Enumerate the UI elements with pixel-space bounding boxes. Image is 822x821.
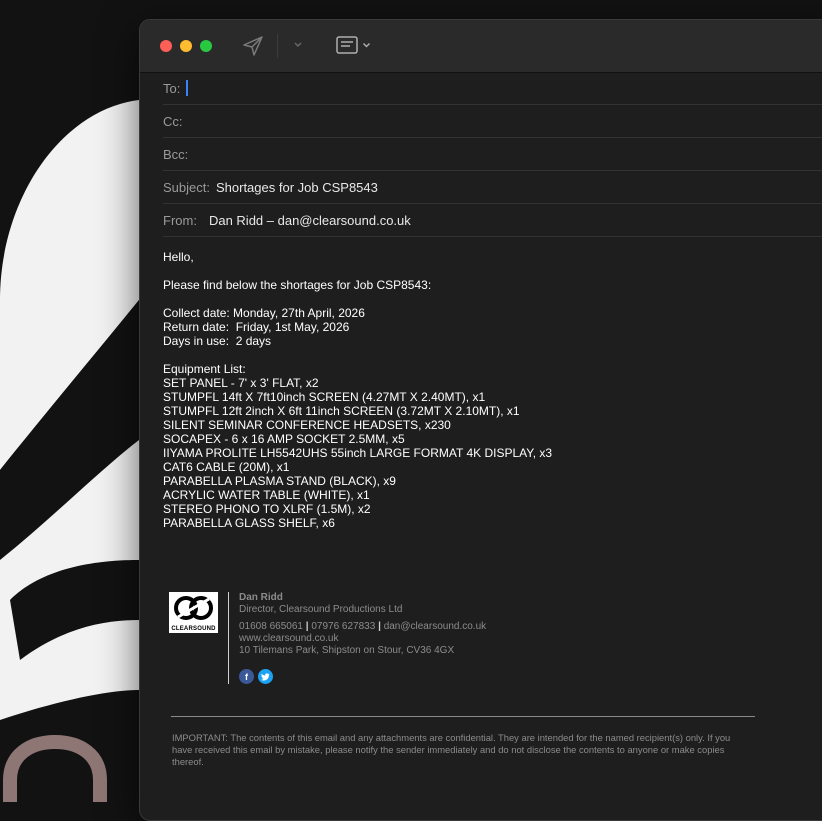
equipment-item: CAT6 CABLE (20M), x1 <box>163 460 290 474</box>
logo-text: CLEARSOUND <box>171 626 216 632</box>
equipment-item: PARABELLA GLASS SHELF, x6 <box>163 516 335 530</box>
chevron-down-icon[interactable] <box>293 41 303 49</box>
social-links: f <box>239 669 273 684</box>
subject-field[interactable]: Subject: Shortages for Job CSP8543 <box>163 171 822 204</box>
equipment-heading: Equipment List: <box>163 362 246 376</box>
days-in-use: Days in use: 2 days <box>163 334 272 348</box>
signature-details: Dan Ridd Director, Clearsound Production… <box>239 592 486 657</box>
to-label: To: <box>163 80 181 96</box>
website-link[interactable]: www.clearsound.co.uk <box>239 633 486 645</box>
greeting: Hello, <box>163 250 194 264</box>
intro-text: Please find below the shortages for Job … <box>163 278 432 292</box>
signature-email-link[interactable]: dan@clearsound.co.uk <box>384 621 486 632</box>
equipment-item: SOCAPEX - 6 x 16 AMP SOCKET 2.5MM, x5 <box>163 432 405 446</box>
signature-title: Director, Clearsound Productions Ltd <box>239 604 403 615</box>
phone-2[interactable]: 07976 627833 <box>311 621 375 632</box>
equipment-item: IIYAMA PROLITE LH5542UHS 55inch LARGE FO… <box>163 446 553 460</box>
facebook-icon[interactable]: f <box>239 669 254 684</box>
paper-plane-icon[interactable] <box>242 35 264 57</box>
equipment-item: STUMPFL 12ft 2inch X 6ft 11inch SCREEN (… <box>163 404 520 418</box>
disclaimer-divider <box>171 716 755 717</box>
twitter-icon[interactable] <box>258 669 273 684</box>
cc-label: Cc: <box>163 113 183 129</box>
return-date: Return date: Friday, 1st May, 2026 <box>163 320 350 334</box>
phone-1[interactable]: 01608 665061 <box>239 621 303 632</box>
collect-date: Collect date: Monday, 27th April, 2026 <box>163 306 365 320</box>
close-window-button[interactable] <box>160 40 172 52</box>
header-format-icon[interactable] <box>336 36 358 54</box>
bcc-field[interactable]: Bcc: <box>163 138 822 171</box>
cc-field[interactable]: Cc: <box>163 105 822 138</box>
equipment-item: STUMPFL 14ft X 7ft10inch SCREEN (4.27MT … <box>163 390 486 404</box>
from-label: From: <box>163 212 197 228</box>
toolbar-separator <box>277 34 278 58</box>
equipment-item: STEREO PHONO TO XLRF (1.5M), x2 <box>163 502 371 516</box>
twitter-bird-glyph <box>261 672 270 681</box>
bcc-label: Bcc: <box>163 146 189 162</box>
to-field[interactable]: To: <box>163 72 822 105</box>
subject-label: Subject: <box>163 179 210 195</box>
equipment-item: SET PANEL - 7' x 3' FLAT, x2 <box>163 376 319 390</box>
signature-contacts: 01608 665061 | 07976 627833 | dan@clears… <box>239 621 486 633</box>
equipment-item: ACRYLIC WATER TABLE (WHITE), x1 <box>163 488 370 502</box>
confidentiality-disclaimer: IMPORTANT: The contents of this email an… <box>172 732 731 767</box>
from-field[interactable]: From: Dan Ridd – dan@clearsound.co.uk <box>163 204 822 237</box>
equipment-item: PARABELLA PLASMA STAND (BLACK), x9 <box>163 474 396 488</box>
chevron-down-icon[interactable] <box>362 42 371 49</box>
minimize-window-button[interactable] <box>180 40 192 52</box>
message-body[interactable]: Hello, Please find below the shortages f… <box>163 250 803 530</box>
clearsound-logo-mark <box>174 596 213 620</box>
signature-divider <box>228 592 229 684</box>
separator-pipe: | <box>305 621 309 632</box>
separator-pipe: | <box>378 621 381 632</box>
signature-name: Dan Ridd <box>239 592 283 603</box>
equipment-item: SILENT SEMINAR CONFERENCE HEADSETS, x230 <box>163 418 451 432</box>
toolbar <box>140 20 822 73</box>
signature-address: 10 Tilemans Park, Shipston on Stour, CV3… <box>239 645 455 656</box>
from-select[interactable]: Dan Ridd – dan@clearsound.co.uk <box>209 213 411 228</box>
subject-input[interactable]: Shortages for Job CSP8543 <box>216 180 378 195</box>
zoom-window-button[interactable] <box>200 40 212 52</box>
clearsound-logo: CLEARSOUND <box>169 592 218 633</box>
mail-compose-window: To: Cc: Bcc: Subject: Shortages for Job … <box>139 19 822 821</box>
text-caret <box>186 80 189 96</box>
